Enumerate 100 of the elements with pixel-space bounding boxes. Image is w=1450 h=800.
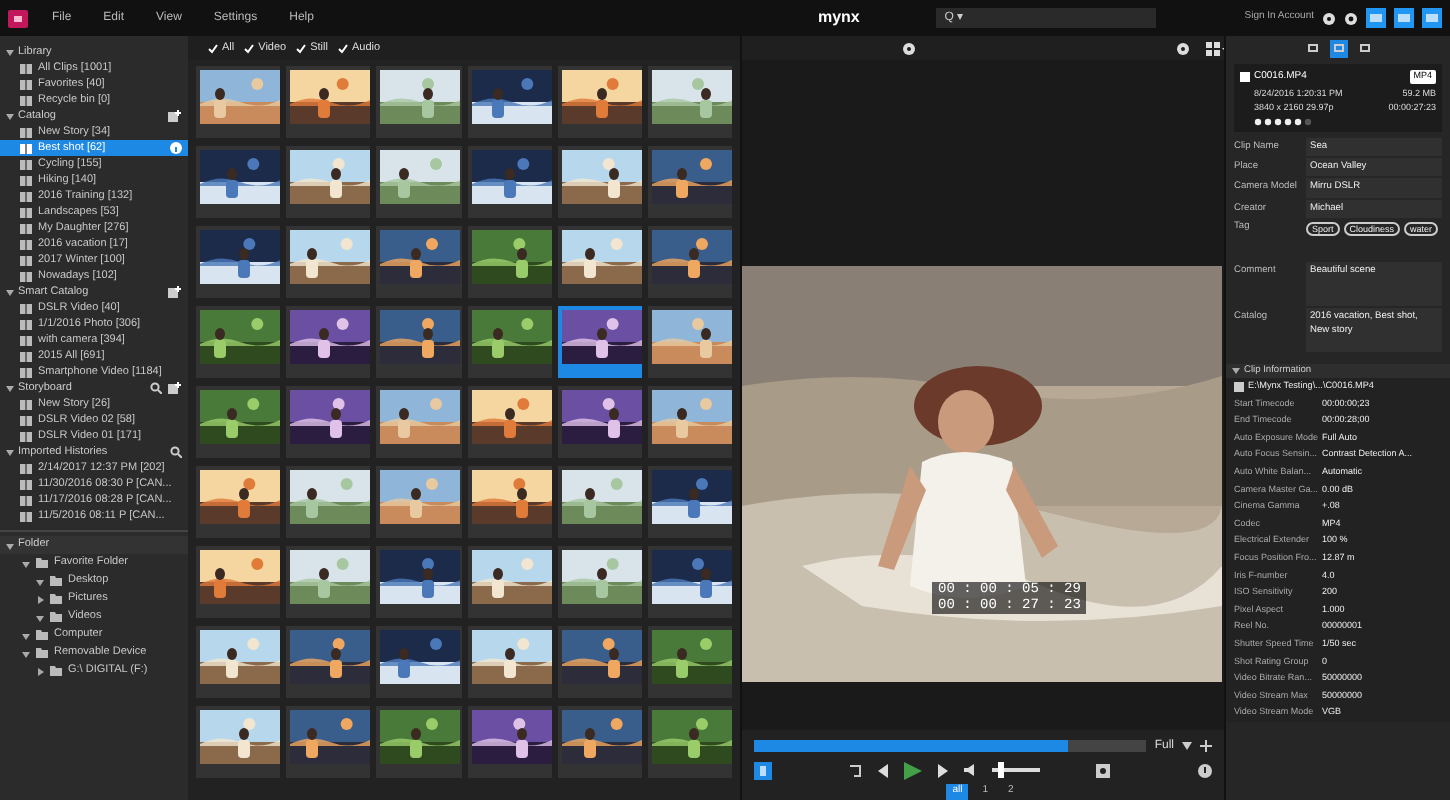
thumbnail[interactable] bbox=[557, 146, 642, 218]
thumbnail[interactable] bbox=[467, 146, 552, 218]
thumbnail[interactable] bbox=[557, 626, 642, 698]
expand-caret-icon[interactable] bbox=[1232, 366, 1240, 375]
thumbnail[interactable] bbox=[286, 146, 371, 218]
search-icon[interactable] bbox=[170, 446, 182, 458]
thumbnail[interactable] bbox=[196, 146, 281, 218]
thumbnail[interactable] bbox=[557, 466, 642, 538]
previous-frame-icon[interactable] bbox=[878, 763, 888, 777]
expand-caret-icon[interactable] bbox=[22, 631, 30, 639]
expand-caret-icon[interactable] bbox=[6, 541, 14, 549]
play-icon[interactable] bbox=[904, 761, 922, 779]
metadata-tab[interactable] bbox=[1329, 39, 1347, 57]
folder-tab[interactable] bbox=[1303, 39, 1321, 57]
thumbnail[interactable] bbox=[196, 626, 281, 698]
snapshot-icon[interactable] bbox=[1096, 763, 1110, 777]
expand-caret-icon[interactable] bbox=[36, 577, 44, 585]
copy-tab[interactable] bbox=[1355, 39, 1373, 57]
mode-icon[interactable] bbox=[754, 761, 772, 779]
thumbnail[interactable] bbox=[196, 466, 281, 538]
thumbnail[interactable] bbox=[467, 66, 552, 138]
add-catalog-icon[interactable] bbox=[168, 110, 182, 122]
expand-caret-icon[interactable] bbox=[22, 649, 30, 657]
volume-icon[interactable] bbox=[964, 764, 976, 776]
thumbnail[interactable] bbox=[647, 626, 732, 698]
expand-caret-icon[interactable] bbox=[22, 559, 30, 567]
checkbox-icon[interactable] bbox=[1240, 72, 1250, 83]
thumbnail[interactable] bbox=[647, 546, 732, 618]
thumbnail[interactable] bbox=[376, 226, 461, 298]
thumbnail[interactable] bbox=[557, 546, 642, 618]
expand-caret-icon[interactable] bbox=[6, 384, 14, 392]
thumbnail[interactable] bbox=[557, 386, 642, 458]
app-title: mynx bbox=[817, 6, 860, 30]
thumbnail[interactable] bbox=[467, 386, 552, 458]
thumbnail[interactable] bbox=[467, 546, 552, 618]
thumbnail[interactable] bbox=[196, 546, 281, 618]
slider-thumb[interactable] bbox=[998, 762, 1005, 778]
thumbnail[interactable] bbox=[647, 306, 732, 378]
thumbnail[interactable] bbox=[196, 66, 281, 138]
thumbnail[interactable] bbox=[286, 626, 371, 698]
thumbnail[interactable] bbox=[376, 306, 461, 378]
catalog-icon bbox=[20, 239, 32, 249]
thumbnail[interactable] bbox=[286, 386, 371, 458]
thumbnail[interactable] bbox=[376, 66, 461, 138]
expand-caret-icon[interactable] bbox=[6, 288, 14, 296]
thumbnail[interactable] bbox=[286, 66, 371, 138]
expand-caret-icon[interactable] bbox=[36, 613, 44, 621]
thumbnail[interactable] bbox=[647, 226, 732, 298]
thumbnail[interactable] bbox=[467, 466, 552, 538]
thumbnail[interactable] bbox=[376, 386, 461, 458]
next-frame-icon[interactable] bbox=[938, 763, 948, 777]
thumbnail[interactable] bbox=[286, 546, 371, 618]
add-catalog-icon[interactable] bbox=[168, 382, 182, 394]
expand-caret-icon[interactable] bbox=[6, 112, 14, 120]
catalog-icon bbox=[20, 319, 32, 329]
expand-caret-icon[interactable] bbox=[6, 48, 14, 56]
add-catalog-icon[interactable] bbox=[168, 286, 182, 298]
thumbnail[interactable] bbox=[286, 226, 371, 298]
thumbnail[interactable] bbox=[196, 386, 281, 458]
catalog-icon bbox=[20, 63, 32, 73]
thumbnail[interactable] bbox=[376, 546, 461, 618]
thumbnail[interactable] bbox=[376, 146, 461, 218]
thumbnail[interactable] bbox=[647, 466, 732, 538]
search-icon[interactable] bbox=[150, 382, 162, 394]
thumbnail[interactable] bbox=[647, 146, 732, 218]
expand-caret-icon[interactable] bbox=[6, 448, 14, 456]
thumbnail[interactable] bbox=[467, 706, 552, 778]
thumbnail[interactable] bbox=[647, 386, 732, 458]
grid-view-icon[interactable] bbox=[1206, 41, 1226, 55]
thumbnail[interactable] bbox=[196, 306, 281, 378]
settings-icon[interactable] bbox=[1176, 41, 1190, 55]
thumbnail[interactable] bbox=[557, 306, 642, 378]
settings-icon[interactable] bbox=[902, 41, 916, 55]
progress-bar[interactable] bbox=[754, 740, 1147, 752]
caret-icon[interactable] bbox=[1182, 742, 1192, 750]
loop-icon[interactable] bbox=[848, 763, 862, 777]
info-icon[interactable] bbox=[1198, 763, 1212, 777]
thumbnail[interactable] bbox=[467, 626, 552, 698]
thumbnail[interactable] bbox=[557, 226, 642, 298]
thumbnail[interactable] bbox=[647, 706, 732, 778]
catalog-icon bbox=[20, 367, 32, 377]
thumbnail[interactable] bbox=[196, 226, 281, 298]
catalog-icon bbox=[20, 495, 32, 505]
thumbnail[interactable] bbox=[557, 706, 642, 778]
thumbnail[interactable] bbox=[286, 466, 371, 538]
collapse-caret-icon[interactable] bbox=[36, 667, 44, 675]
thumbnail[interactable] bbox=[286, 706, 371, 778]
thumbnail[interactable] bbox=[376, 466, 461, 538]
collapse-caret-icon[interactable] bbox=[36, 595, 44, 603]
thumbnail[interactable] bbox=[376, 626, 461, 698]
catalog-icon bbox=[20, 79, 32, 89]
thumbnail[interactable] bbox=[467, 306, 552, 378]
catalog-icon bbox=[20, 95, 32, 105]
thumbnail[interactable] bbox=[196, 706, 281, 778]
thumbnail[interactable] bbox=[557, 66, 642, 138]
add-icon[interactable] bbox=[1200, 740, 1212, 752]
thumbnail[interactable] bbox=[647, 66, 732, 138]
thumbnail[interactable] bbox=[286, 306, 371, 378]
thumbnail[interactable] bbox=[376, 706, 461, 778]
thumbnail[interactable] bbox=[467, 226, 552, 298]
